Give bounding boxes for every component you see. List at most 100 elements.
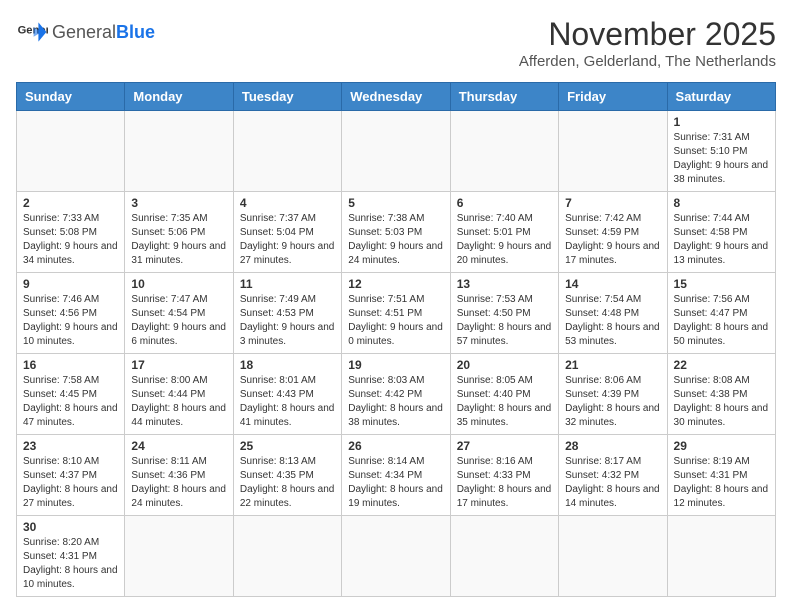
day-number: 27 [457,439,552,453]
day-number: 14 [565,277,660,291]
calendar-cell: 5 Sunrise: 7:38 AM Sunset: 5:03 PM Daylig… [342,192,450,273]
day-info: Sunrise: 7:31 AM Sunset: 5:10 PM Dayligh… [674,131,769,187]
logo-general: General [52,22,116,42]
calendar-cell: 15Sunrise: 7:56 AM Sunset: 4:47 PM Dayli… [667,273,775,354]
day-info: Sunrise: 7:33 AM Sunset: 5:08 PM Dayligh… [23,212,118,268]
day-info: Sunrise: 7:40 AM Sunset: 5:01 PM Dayligh… [457,212,552,268]
logo-blue: Blue [116,22,155,42]
calendar-cell: 26 Sunrise: 8:14 AM Sunset: 4:34 PM Dayli… [342,435,450,516]
weekday-header-thursday: Thursday [450,83,558,111]
day-info: Sunrise: 8:13 AM Sunset: 4:35 PM Dayligh… [240,455,335,511]
logo: General GeneralBlue [16,16,155,48]
day-info: Sunrise: 8:03 AM Sunset: 4:42 PM Dayligh… [348,374,443,430]
day-info: Sunrise: 8:14 AM Sunset: 4:34 PM Dayligh… [348,455,443,511]
calendar-cell [450,111,558,192]
weekday-header-row: SundayMondayTuesdayWednesdayThursdayFrid… [17,83,776,111]
day-info: Sunrise: 7:47 AM Sunset: 4:54 PM Dayligh… [131,293,226,349]
day-info: Sunrise: 7:35 AM Sunset: 5:06 PM Dayligh… [131,212,226,268]
day-number: 8 [674,196,769,210]
day-number: 3 [131,196,226,210]
day-number: 24 [131,439,226,453]
calendar-cell [559,516,667,597]
calendar-cell [342,111,450,192]
day-info: Sunrise: 7:37 AM Sunset: 5:04 PM Dayligh… [240,212,335,268]
calendar-cell: 7Sunrise: 7:42 AM Sunset: 4:59 PM Daylig… [559,192,667,273]
day-info: Sunrise: 7:58 AM Sunset: 4:45 PM Dayligh… [23,374,118,430]
calendar-cell: 22 Sunrise: 8:08 AM Sunset: 4:38 PM Dayli… [667,354,775,435]
calendar-cell: 30 Sunrise: 8:20 AM Sunset: 4:31 PM Dayli… [17,516,125,597]
day-info: Sunrise: 8:19 AM Sunset: 4:31 PM Dayligh… [674,455,769,511]
calendar-week-4: 16 Sunrise: 7:58 AM Sunset: 4:45 PM Dayli… [17,354,776,435]
day-number: 30 [23,520,118,534]
calendar-cell: 18Sunrise: 8:01 AM Sunset: 4:43 PM Dayli… [233,354,341,435]
day-info: Sunrise: 8:11 AM Sunset: 4:36 PM Dayligh… [131,455,226,511]
day-number: 9 [23,277,118,291]
calendar-cell: 6 Sunrise: 7:40 AM Sunset: 5:01 PM Daylig… [450,192,558,273]
day-number: 11 [240,277,335,291]
calendar-cell: 4 Sunrise: 7:37 AM Sunset: 5:04 PM Daylig… [233,192,341,273]
day-info: Sunrise: 7:53 AM Sunset: 4:50 PM Dayligh… [457,293,552,349]
weekday-header-monday: Monday [125,83,233,111]
weekday-header-saturday: Saturday [667,83,775,111]
calendar-cell [125,516,233,597]
calendar-cell [17,111,125,192]
calendar-cell [125,111,233,192]
day-number: 19 [348,358,443,372]
calendar-cell: 24 Sunrise: 8:11 AM Sunset: 4:36 PM Dayli… [125,435,233,516]
day-number: 10 [131,277,226,291]
day-info: Sunrise: 7:54 AM Sunset: 4:48 PM Dayligh… [565,293,660,349]
calendar-cell: 17 Sunrise: 8:00 AM Sunset: 4:44 PM Dayli… [125,354,233,435]
calendar-cell: 1Sunrise: 7:31 AM Sunset: 5:10 PM Daylig… [667,111,775,192]
calendar-cell: 19 Sunrise: 8:03 AM Sunset: 4:42 PM Dayli… [342,354,450,435]
calendar-cell: 29 Sunrise: 8:19 AM Sunset: 4:31 PM Dayli… [667,435,775,516]
day-number: 2 [23,196,118,210]
day-info: Sunrise: 7:51 AM Sunset: 4:51 PM Dayligh… [348,293,443,349]
day-number: 28 [565,439,660,453]
calendar-cell: 16 Sunrise: 7:58 AM Sunset: 4:45 PM Dayli… [17,354,125,435]
calendar-cell: 8 Sunrise: 7:44 AM Sunset: 4:58 PM Daylig… [667,192,775,273]
day-info: Sunrise: 7:56 AM Sunset: 4:47 PM Dayligh… [674,293,769,349]
day-number: 22 [674,358,769,372]
calendar-week-5: 23Sunrise: 8:10 AM Sunset: 4:37 PM Dayli… [17,435,776,516]
day-info: Sunrise: 8:20 AM Sunset: 4:31 PM Dayligh… [23,536,118,592]
day-number: 25 [240,439,335,453]
calendar-cell [559,111,667,192]
day-number: 26 [348,439,443,453]
day-info: Sunrise: 7:46 AM Sunset: 4:56 PM Dayligh… [23,293,118,349]
day-info: Sunrise: 7:38 AM Sunset: 5:03 PM Dayligh… [348,212,443,268]
page-header: General GeneralBlue November 2025 Afferd… [16,16,776,70]
calendar-cell: 25 Sunrise: 8:13 AM Sunset: 4:35 PM Dayli… [233,435,341,516]
weekday-header-wednesday: Wednesday [342,83,450,111]
calendar-cell: 20 Sunrise: 8:05 AM Sunset: 4:40 PM Dayli… [450,354,558,435]
day-info: Sunrise: 7:44 AM Sunset: 4:58 PM Dayligh… [674,212,769,268]
calendar-week-3: 9 Sunrise: 7:46 AM Sunset: 4:56 PM Daylig… [17,273,776,354]
day-info: Sunrise: 8:00 AM Sunset: 4:44 PM Dayligh… [131,374,226,430]
day-info: Sunrise: 8:10 AM Sunset: 4:37 PM Dayligh… [23,455,118,511]
day-info: Sunrise: 8:01 AM Sunset: 4:43 PM Dayligh… [240,374,335,430]
calendar-cell: 10 Sunrise: 7:47 AM Sunset: 4:54 PM Dayli… [125,273,233,354]
calendar-cell: 3 Sunrise: 7:35 AM Sunset: 5:06 PM Daylig… [125,192,233,273]
day-number: 7 [565,196,660,210]
day-number: 16 [23,358,118,372]
day-number: 6 [457,196,552,210]
day-number: 4 [240,196,335,210]
day-number: 29 [674,439,769,453]
calendar-cell [233,516,341,597]
calendar-week-1: 1Sunrise: 7:31 AM Sunset: 5:10 PM Daylig… [17,111,776,192]
location-title: Afferden, Gelderland, The Netherlands [519,53,776,70]
calendar-cell: 28Sunrise: 8:17 AM Sunset: 4:32 PM Dayli… [559,435,667,516]
weekday-header-tuesday: Tuesday [233,83,341,111]
calendar-cell: 23Sunrise: 8:10 AM Sunset: 4:37 PM Dayli… [17,435,125,516]
calendar-table: SundayMondayTuesdayWednesdayThursdayFrid… [16,82,776,597]
calendar-cell [450,516,558,597]
month-title: November 2025 [519,16,776,53]
day-number: 5 [348,196,443,210]
day-info: Sunrise: 8:06 AM Sunset: 4:39 PM Dayligh… [565,374,660,430]
day-info: Sunrise: 8:08 AM Sunset: 4:38 PM Dayligh… [674,374,769,430]
calendar-week-6: 30 Sunrise: 8:20 AM Sunset: 4:31 PM Dayli… [17,516,776,597]
day-number: 17 [131,358,226,372]
day-info: Sunrise: 8:05 AM Sunset: 4:40 PM Dayligh… [457,374,552,430]
calendar-cell [342,516,450,597]
weekday-header-friday: Friday [559,83,667,111]
day-number: 20 [457,358,552,372]
